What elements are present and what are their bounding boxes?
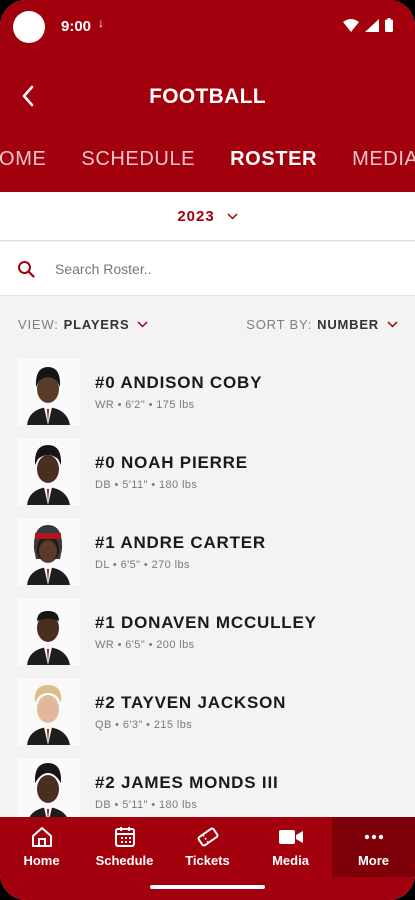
list-item[interactable]: #0 ANDISON COBY WR • 6'2" • 175 lbs	[0, 352, 415, 432]
view-filter-label: VIEW:	[18, 316, 59, 332]
player-headshot	[17, 679, 80, 745]
camera-cutout	[13, 11, 45, 43]
player-name: #0 NOAH PIERRE	[95, 453, 248, 472]
app-screen: 9:00 ↓ FOOTBALL HOME SCHEDULE ROSTER MED…	[0, 0, 415, 900]
player-meta: WR • 6'2" • 175 lbs	[95, 399, 195, 411]
list-item[interactable]: #0 NOAH PIERRE DB • 5'11" • 180 lbs	[0, 432, 415, 512]
player-name: #2 TAYVEN JACKSON	[95, 693, 287, 712]
player-name: #1 DONAVEN MCCULLEY	[95, 613, 317, 632]
status-icons	[343, 18, 393, 32]
player-meta: DL • 6'5" • 270 lbs	[95, 559, 190, 571]
player-headshot	[17, 519, 80, 585]
download-icon: ↓	[98, 16, 104, 30]
player-headshot	[17, 759, 80, 817]
home-icon	[31, 827, 52, 847]
sort-filter-label: SORT BY:	[246, 316, 313, 332]
player-meta: QB • 6'3" • 215 lbs	[95, 719, 193, 731]
player-headshot	[17, 439, 80, 505]
nav-media-label: Media	[272, 853, 309, 868]
signal-icon	[365, 18, 379, 32]
sort-filter-value: NUMBER	[317, 316, 379, 332]
player-meta: DB • 5'11" • 180 lbs	[95, 479, 198, 491]
chevron-down-icon	[227, 212, 238, 220]
more-dots-icon	[364, 834, 383, 840]
section-tabs: HOME SCHEDULE ROSTER MEDIA	[0, 148, 415, 172]
status-bar: 9:00 ↓	[0, 0, 415, 56]
sort-filter[interactable]: SORT BY: NUMBER	[246, 317, 398, 332]
year-value: 2023	[177, 207, 215, 225]
nav-schedule-label: Schedule	[95, 853, 154, 868]
player-meta: WR • 6'5" • 200 lbs	[95, 639, 195, 651]
tab-media[interactable]: MEDIA	[352, 148, 415, 172]
search-icon	[17, 260, 35, 278]
view-filter-value: PLAYERS	[63, 316, 130, 332]
player-name: #2 JAMES MONDS III	[95, 773, 279, 792]
player-headshot	[17, 599, 80, 665]
page-title: FOOTBALL	[149, 85, 266, 108]
wifi-icon	[343, 18, 359, 32]
nav-more[interactable]: More	[332, 817, 415, 877]
view-filter[interactable]: VIEW: PLAYERS	[18, 317, 148, 332]
search-bar	[0, 242, 415, 296]
list-item[interactable]: #1 ANDRE CARTER DL • 6'5" • 270 lbs	[0, 512, 415, 592]
nav-home-label: Home	[23, 853, 60, 868]
player-headshot	[17, 359, 80, 425]
roster-list: #0 ANDISON COBY WR • 6'2" • 175 lbs #0 N…	[0, 352, 415, 817]
chevron-down-icon	[387, 320, 398, 328]
search-input[interactable]	[55, 260, 375, 277]
tab-home[interactable]: HOME	[0, 148, 46, 172]
nav-more-label: More	[357, 853, 390, 868]
player-name: #0 ANDISON COBY	[95, 373, 263, 392]
nav-tickets[interactable]: Tickets	[166, 817, 249, 877]
player-meta: DB • 5'11" • 180 lbs	[95, 799, 198, 811]
filter-row: VIEW: PLAYERS SORT BY: NUMBER	[0, 296, 415, 352]
nav-media[interactable]: Media	[249, 817, 332, 877]
tab-schedule[interactable]: SCHEDULE	[81, 148, 195, 172]
tab-roster[interactable]: ROSTER	[230, 148, 317, 172]
nav-schedule[interactable]: Schedule	[83, 817, 166, 877]
battery-icon	[385, 18, 393, 32]
home-indicator[interactable]	[150, 885, 265, 889]
player-name: #1 ANDRE CARTER	[95, 533, 267, 552]
calendar-icon	[114, 827, 135, 847]
year-selector[interactable]: 2023	[0, 192, 415, 241]
status-time: 9:00	[61, 18, 92, 35]
list-item[interactable]: #2 JAMES MONDS III DB • 5'11" • 180 lbs	[0, 752, 415, 817]
header: 9:00 ↓ FOOTBALL HOME SCHEDULE ROSTER MED…	[0, 0, 415, 192]
ticket-icon	[197, 827, 218, 847]
list-item[interactable]: #1 DONAVEN MCCULLEY WR • 6'5" • 200 lbs	[0, 592, 415, 672]
list-item[interactable]: #2 TAYVEN JACKSON QB • 6'3" • 215 lbs	[0, 672, 415, 752]
nav-home[interactable]: Home	[0, 817, 83, 877]
chevron-down-icon	[137, 320, 148, 328]
video-camera-icon	[278, 830, 303, 844]
nav-tickets-label: Tickets	[185, 853, 230, 868]
